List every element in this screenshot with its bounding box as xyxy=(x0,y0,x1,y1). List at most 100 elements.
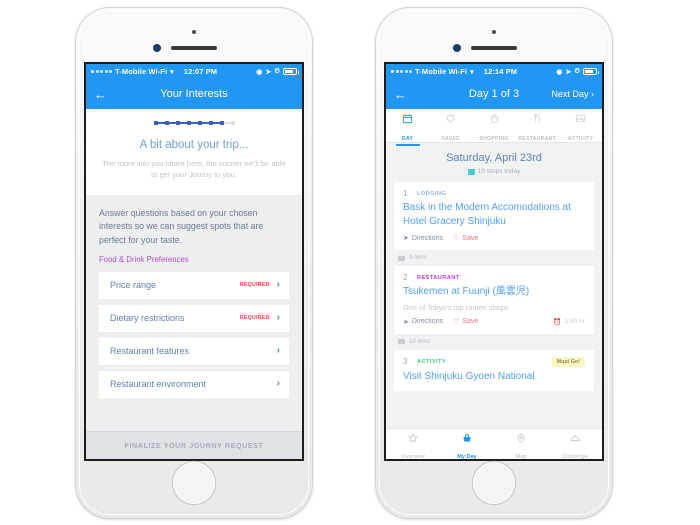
signal-strength-icon xyxy=(91,70,112,73)
heart-icon: ♡ xyxy=(453,235,460,242)
right-body: DAY SAVED SHOPPING RESTAURANT ACTIVITY S… xyxy=(386,109,602,459)
page-title: Your Interests xyxy=(160,88,228,100)
status-right-cluster: ◉ ➤ ⏲ xyxy=(256,68,299,76)
duration-label: 1:30 hr xyxy=(564,318,585,325)
home-button[interactable] xyxy=(473,462,515,504)
paper-plane-icon: ➤ xyxy=(403,318,409,326)
back-arrow-icon[interactable]: ← xyxy=(94,88,107,101)
question-row-restaurant-environment[interactable]: Restaurant environment › xyxy=(99,370,289,398)
clock-icon: ⏰ xyxy=(553,318,562,326)
tab-label: DAY xyxy=(402,136,414,142)
travel-leg-2: 10 mins xyxy=(394,333,594,350)
card-number: 3 xyxy=(403,357,408,366)
directions-button[interactable]: ➤ Directions xyxy=(403,318,443,326)
bottom-tab-overview[interactable]: Overview xyxy=(386,432,440,459)
question-row-dietary-restrictions[interactable]: Dietary restrictions REQUIRED › xyxy=(99,304,289,332)
status-right-cluster: ◉ ➤ ⏲ xyxy=(556,67,599,76)
left-body: A bit about your trip... The more info y… xyxy=(86,109,302,459)
duration-indicator: ⏰ 1:30 hr xyxy=(553,318,585,326)
save-button[interactable]: ♡ Save xyxy=(453,234,479,243)
rotation-lock-icon: ◉ xyxy=(556,68,563,76)
status-time: 12:07 PM xyxy=(183,67,218,76)
screen-right: T-Mobile Wi-Fi ▾ 12:14 PM ◉ ➤ ⏲ ← Day 1 … xyxy=(386,64,602,459)
itinerary-list[interactable]: 1 LODGING Bask in the Modern Accomodatio… xyxy=(386,182,602,428)
tab-saved[interactable]: SAVED xyxy=(429,109,472,145)
card-title: Visit Shinjuku Gyoen National xyxy=(403,370,535,382)
card-number: 1 xyxy=(403,189,408,198)
status-time: 12:14 PM xyxy=(483,67,518,76)
tab-restaurant[interactable]: RESTAURANT xyxy=(516,109,559,145)
carrier-label: T-Mobile Wi-Fi xyxy=(415,67,468,76)
map-pin-icon xyxy=(494,432,548,445)
directions-label: Directions xyxy=(411,234,443,242)
calendar-icon xyxy=(386,113,429,125)
bell-icon xyxy=(548,432,602,445)
nav-bar-right: ← Day 1 of 3 Next Day › xyxy=(386,79,602,109)
bottom-tab-concierge[interactable]: Concierge xyxy=(548,432,602,459)
location-arrow-icon: ➤ xyxy=(265,68,272,76)
day-header: Saturday, April 23rd 10 stops today xyxy=(386,143,602,182)
front-camera xyxy=(153,44,161,52)
day-stops-row: 10 stops today xyxy=(386,168,602,175)
question-row-price-range[interactable]: Price range REQUIRED › xyxy=(99,271,289,299)
question-row-restaurant-features[interactable]: Restaurant features › xyxy=(99,337,289,365)
wifi-icon: ▾ xyxy=(470,68,474,76)
bottom-tab-label: My Day xyxy=(457,454,477,459)
questions-pane: Answer questions based on your chosen in… xyxy=(86,194,302,431)
bottom-tab-bar: Overview My Day Map Concierge xyxy=(386,428,602,459)
tab-day[interactable]: DAY xyxy=(386,109,429,146)
fork-knife-icon xyxy=(516,113,559,125)
tab-label: SAVED xyxy=(441,136,461,142)
pane-description: Answer questions based on your chosen in… xyxy=(99,207,264,246)
screenshot-stage: T-Mobile Wi-Fi ▾ 12:07 PM ◉ ➤ ⏲ ← Your I… xyxy=(0,0,700,525)
save-label: Save xyxy=(462,234,479,242)
travel-duration-label: 9 mins xyxy=(409,255,427,261)
day-date: Saturday, April 23rd xyxy=(446,152,542,164)
earpiece-speaker xyxy=(471,46,517,50)
location-arrow-icon: ➤ xyxy=(565,68,572,76)
bottom-tab-map[interactable]: Map xyxy=(494,432,548,459)
section-link-food-drink[interactable]: Food & Drink Preferences xyxy=(99,255,289,264)
itinerary-card-2[interactable]: 2 RESTAURANT Tsukemen at Fuunji (風雲児) On… xyxy=(394,266,594,334)
next-day-button[interactable]: Next Day › xyxy=(551,89,594,99)
bottom-tab-my-day[interactable]: My Day xyxy=(440,432,494,459)
tab-activity[interactable]: ACTIVITY xyxy=(559,109,602,145)
phone-right: T-Mobile Wi-Fi ▾ 12:14 PM ◉ ➤ ⏲ ← Day 1 … xyxy=(376,8,612,518)
heart-icon: ♡ xyxy=(453,318,460,326)
tab-label: RESTAURANT xyxy=(518,136,556,142)
question-label: Restaurant environment xyxy=(110,379,207,390)
chevron-right-icon: › xyxy=(276,345,280,357)
itinerary-card-3[interactable]: 3 ACTIVITY Must Go! Visit Shinjuku Gyoen… xyxy=(394,349,594,391)
intro-title: A bit about your trip... xyxy=(139,139,249,151)
wifi-icon: ▾ xyxy=(170,68,174,76)
rotation-lock-icon: ◉ xyxy=(256,68,263,76)
card-title: Tsukemen at Fuunji (風雲児) xyxy=(403,286,530,297)
finalize-journy-request-button[interactable]: FINALIZE YOUR JOURNY REQUEST xyxy=(86,431,302,459)
card-title: Bask in the Modern Accomodations at Hote… xyxy=(403,202,571,227)
itinerary-card-1[interactable]: 1 LODGING Bask in the Modern Accomodatio… xyxy=(394,182,594,250)
shopping-bag-icon xyxy=(472,113,515,125)
earpiece-speaker xyxy=(171,46,217,50)
directions-button[interactable]: ➤ Directions xyxy=(403,234,443,243)
intro-section: A bit about your trip... The more info y… xyxy=(86,109,302,195)
carrier-label: T-Mobile Wi-Fi xyxy=(115,67,168,76)
chevron-right-icon: › xyxy=(276,312,280,324)
tab-shopping[interactable]: SHOPPING xyxy=(472,109,515,145)
signal-strength-icon xyxy=(391,70,412,73)
home-button[interactable] xyxy=(173,462,215,504)
alarm-icon: ⏲ xyxy=(574,67,580,75)
star-icon xyxy=(386,432,440,445)
nav-bar-left: ← Your Interests xyxy=(86,79,302,109)
tab-label: ACTIVITY xyxy=(567,136,594,142)
card-category-label: LODGING xyxy=(417,190,447,197)
back-arrow-icon[interactable]: ← xyxy=(394,88,407,101)
save-button[interactable]: ♡ Save xyxy=(453,318,478,326)
proximity-sensor xyxy=(192,30,196,34)
bottom-tab-label: Concierge xyxy=(562,454,588,459)
required-badge: REQUIRED xyxy=(239,315,270,322)
chevron-right-icon: › xyxy=(276,279,280,291)
bus-icon xyxy=(398,255,405,261)
photo-icon xyxy=(559,113,602,125)
save-label: Save xyxy=(462,318,479,325)
front-camera xyxy=(453,44,461,52)
